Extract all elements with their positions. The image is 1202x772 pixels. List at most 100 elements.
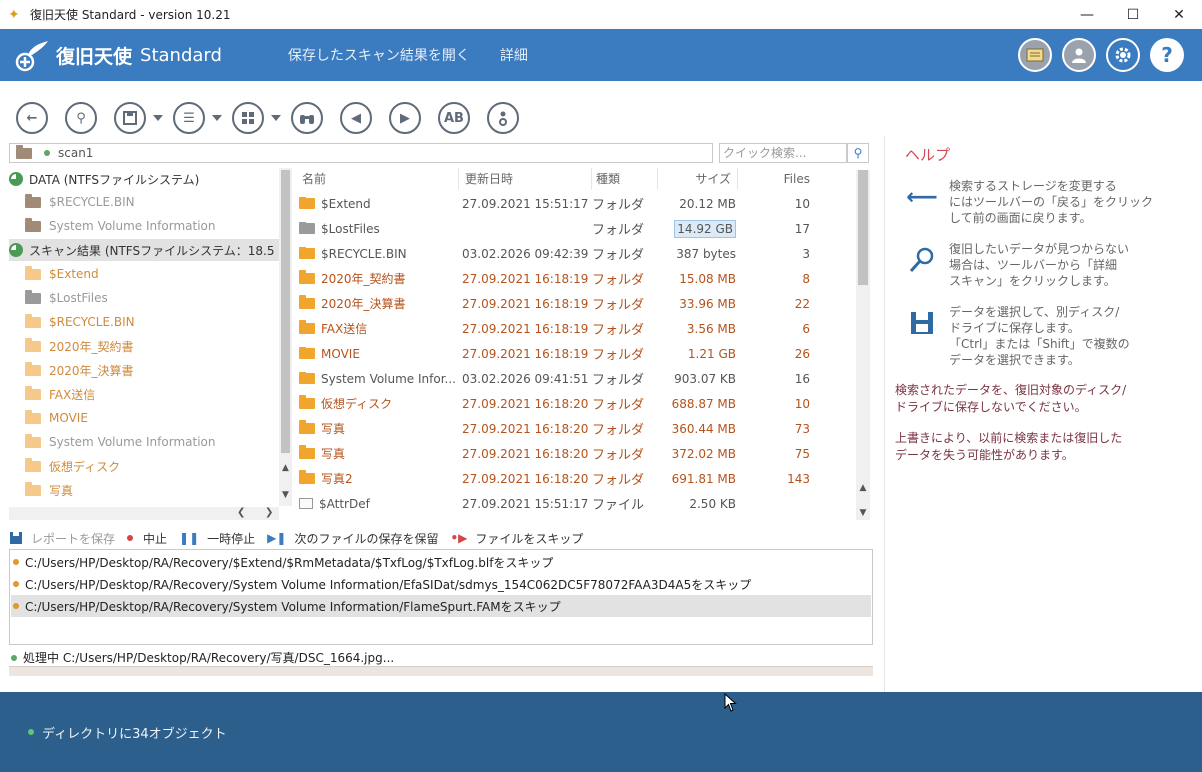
tree-item[interactable]: $Extend <box>25 263 99 285</box>
scroll-up-icon[interactable]: ▲ <box>279 463 292 473</box>
tree-item[interactable]: $LostFiles <box>25 287 108 309</box>
column-name[interactable]: 名前 <box>296 168 459 190</box>
column-date[interactable]: 更新日時 <box>459 168 592 190</box>
tree-label: $RECYCLE.BIN <box>49 195 135 209</box>
brand-logo: 復旧天使 Standard <box>14 37 222 73</box>
news-icon[interactable] <box>1018 38 1052 72</box>
table-row[interactable]: $Extend 27.09.2021 15:51:17 フォルダ 20.12 M… <box>296 191 856 216</box>
tree-label: 2020年_決算書 <box>49 363 134 378</box>
scroll-right-icon[interactable]: ❯ <box>265 507 273 518</box>
tree-item[interactable]: $RECYCLE.BIN <box>25 191 135 213</box>
table-row[interactable]: 写真 27.09.2021 16:18:20 フォルダ 360.44 MB 73 <box>296 416 856 441</box>
scroll-down-icon[interactable]: ▼ <box>279 490 292 500</box>
scrollbar-thumb[interactable] <box>858 170 868 285</box>
table-row[interactable]: $RECYCLE.BIN 03.02.2026 09:42:39 フォルダ 38… <box>296 241 856 266</box>
maximize-button[interactable]: ☐ <box>1110 0 1156 29</box>
path-bar[interactable]: scan1 <box>9 143 713 163</box>
tree-root-data[interactable]: DATA (NTFSファイルシステム) <box>9 168 199 190</box>
info-icon[interactable] <box>487 102 519 134</box>
tree-label: MOVIE <box>49 411 88 425</box>
tree-item[interactable]: FAX送信 <box>25 383 95 405</box>
help-icon[interactable]: ? <box>1150 38 1184 72</box>
list-dropdown-icon[interactable] <box>212 115 222 121</box>
pause-button[interactable]: ❚❚ 一時停止 <box>179 530 255 547</box>
table-row[interactable]: System Volume Infor... 03.02.2026 09:41:… <box>296 366 856 391</box>
folder-icon <box>25 361 41 376</box>
view-icon[interactable] <box>232 102 264 134</box>
column-files[interactable]: Files <box>738 168 822 190</box>
table-row[interactable]: 2020年_決算書 27.09.2021 16:18:19 フォルダ 33.96… <box>296 291 856 316</box>
angel-wing-icon <box>15 41 48 72</box>
status-bar: ディレクトリに34オブジェクト <box>0 692 1202 772</box>
tree-item[interactable]: System Volume Information <box>25 215 215 237</box>
folder-icon <box>25 457 41 472</box>
save-icon[interactable] <box>114 102 146 134</box>
tree-item[interactable]: 仮想ディスク <box>25 455 120 477</box>
search-icon[interactable]: ⚲ <box>65 102 97 134</box>
tree-item[interactable]: $RECYCLE.BIN <box>25 311 135 333</box>
save-dropdown-icon[interactable] <box>153 115 163 121</box>
tree-item[interactable]: System Volume Information <box>25 431 215 453</box>
table-row[interactable]: 仮想ディスク 27.09.2021 16:18:20 フォルダ 688.87 M… <box>296 391 856 416</box>
binoculars-icon[interactable] <box>291 102 323 134</box>
folder-icon <box>25 481 41 496</box>
list-icon[interactable]: ☰ <box>173 102 205 134</box>
folder-icon <box>25 313 41 328</box>
tree-root-scan-result[interactable]: スキャン結果 (NTFSファイルシステム：18.5 <box>9 239 279 261</box>
tree-label: FAX送信 <box>49 387 96 402</box>
keep-next-button[interactable]: ▶❚ 次のファイルの保存を保留 <box>267 530 438 547</box>
folder-icon <box>299 395 315 409</box>
folder-icon <box>25 409 41 424</box>
column-kind[interactable]: 種類 <box>592 168 658 190</box>
save-report-button[interactable]: レポートを保存 <box>9 530 115 547</box>
table-row[interactable]: 写真2 27.09.2021 16:18:20 フォルダ 691.81 MB 1… <box>296 466 856 491</box>
minimize-button[interactable]: — <box>1064 0 1110 29</box>
scroll-up-icon[interactable]: ▲ <box>856 483 870 493</box>
log-entry[interactable]: C:/Users/HP/Desktop/RA/Recovery/System V… <box>11 595 871 617</box>
tree-label: $LostFiles <box>49 291 108 305</box>
folder-icon <box>299 196 315 209</box>
file-list: 名前 更新日時 種類 サイズ Files $Extend 27.09.2021 … <box>296 168 872 520</box>
prev-icon[interactable]: ◀ <box>340 102 372 134</box>
table-row[interactable]: MOVIE 27.09.2021 16:18:19 フォルダ 1.21 GB 2… <box>296 341 856 366</box>
tree-item[interactable]: 2020年_契約書 <box>25 335 134 357</box>
brand-edition: Standard <box>140 44 222 66</box>
search-icon[interactable]: ⚲ <box>847 143 869 163</box>
scroll-down-icon[interactable]: ▼ <box>856 508 870 518</box>
next-icon[interactable]: ▶ <box>389 102 421 134</box>
tree-label: 写真 <box>49 483 74 498</box>
table-row[interactable]: $AttrDef 27.09.2021 15:51:17 ファイル 2.50 K… <box>296 491 856 516</box>
tree-item[interactable]: 2020年_決算書 <box>25 359 134 381</box>
table-row[interactable]: $LostFiles フォルダ 14.92 GB 17 <box>296 216 856 241</box>
warning-dot-icon <box>13 559 19 565</box>
tree-horizontal-scrollbar[interactable]: ❮ ❯ <box>9 507 279 520</box>
log-list[interactable]: C:/Users/HP/Desktop/RA/Recovery/$Extend/… <box>9 549 873 645</box>
open-saved-scan-link[interactable]: 保存したスキャン結果を開く <box>288 45 470 65</box>
log-entry[interactable]: C:/Users/HP/Desktop/RA/Recovery/$Extend/… <box>11 551 871 573</box>
table-row[interactable]: FAX送信 27.09.2021 16:18:19 フォルダ 3.56 MB 6 <box>296 316 856 341</box>
folder-icon <box>25 289 41 304</box>
view-dropdown-icon[interactable] <box>271 115 281 121</box>
details-link[interactable]: 詳細 <box>500 45 528 65</box>
column-size[interactable]: サイズ <box>658 168 738 190</box>
case-icon[interactable]: AB <box>438 102 470 134</box>
table-row[interactable]: 2020年_契約書 27.09.2021 16:18:19 フォルダ 15.08… <box>296 266 856 291</box>
tree-vertical-scrollbar[interactable]: ▲ ▼ <box>279 168 292 506</box>
tree-item[interactable]: 写真 <box>25 479 73 501</box>
scrollbar-thumb[interactable] <box>281 170 290 453</box>
help-warning-1: 検索されたデータを、復旧対象のディスク/ ドライブに保存しないでください。 <box>895 383 1127 414</box>
log-entry[interactable]: C:/Users/HP/Desktop/RA/Recovery/System V… <box>11 573 871 595</box>
close-button[interactable]: ✕ <box>1156 0 1202 29</box>
user-icon[interactable] <box>1062 38 1096 72</box>
skip-file-button[interactable]: •▶ ファイルをスキップ <box>450 530 583 547</box>
tree-item[interactable]: MOVIE <box>25 407 88 429</box>
stop-button[interactable]: 中止 <box>127 530 167 547</box>
pause-icon: ❚❚ <box>179 531 200 545</box>
list-vertical-scrollbar[interactable]: ▲ ▼ <box>856 170 870 520</box>
back-icon[interactable]: ← <box>16 102 48 134</box>
settings-icon[interactable] <box>1106 38 1140 72</box>
scroll-left-icon[interactable]: ❮ <box>237 507 245 518</box>
status-dot-icon <box>11 654 17 661</box>
quick-search-input[interactable]: クイック検索... <box>719 143 847 163</box>
table-row[interactable]: 写真 27.09.2021 16:18:20 フォルダ 372.02 MB 75 <box>296 441 856 466</box>
